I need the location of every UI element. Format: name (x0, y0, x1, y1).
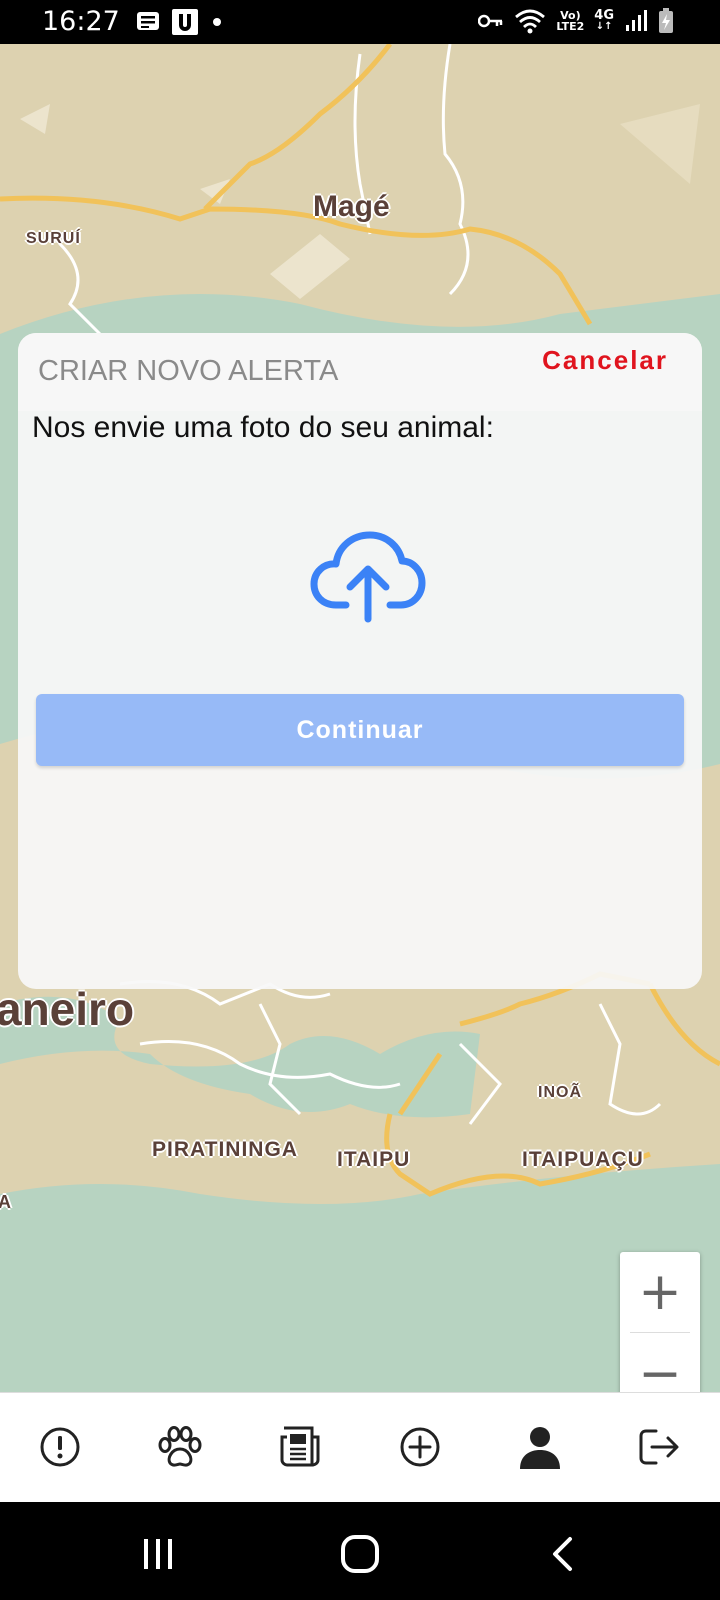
nav-alerts[interactable] (30, 1421, 90, 1473)
volte-bottom-label: LTE2 (556, 20, 585, 33)
system-nav-bar (0, 1502, 720, 1600)
paw-icon (158, 1426, 202, 1467)
logout-icon (639, 1429, 679, 1465)
map-label-piratininga: PIRATININGA (152, 1138, 298, 1161)
recent-apps-icon (144, 1539, 172, 1569)
map-label-itaipu: ITAIPU (337, 1148, 411, 1171)
vpn-key-icon (478, 14, 503, 28)
add-circle-icon (400, 1427, 440, 1467)
status-left-icons (136, 9, 224, 35)
nav-news[interactable] (270, 1421, 330, 1473)
status-bar: 16:27 Vo) LTE2 4G ↓↑ (0, 0, 720, 44)
photo-prompt: Nos envie uma foto do seu animal: (32, 411, 494, 444)
network-type-label: 4G (594, 8, 614, 23)
modal-title: CRIAR NOVO ALERTA (38, 355, 339, 387)
volte-indicator: Vo) LTE2 (556, 10, 584, 32)
status-time: 16:27 (42, 6, 120, 37)
create-alert-modal: CRIAR NOVO ALERTA Cancelar Nos envie uma… (18, 333, 702, 989)
network-type-indicator: 4G ↓↑ (594, 8, 614, 32)
home-icon (341, 1535, 379, 1573)
bottom-nav (0, 1392, 720, 1503)
back-icon (553, 1537, 572, 1571)
alert-icon (40, 1427, 80, 1467)
back-button[interactable] (532, 1532, 592, 1576)
map-label-rio: aneiro (0, 983, 135, 1035)
nav-logout[interactable] (630, 1421, 690, 1473)
zoom-divider (630, 1332, 690, 1333)
recent-apps-button[interactable] (128, 1532, 188, 1576)
cloud-upload-icon[interactable] (310, 527, 426, 623)
home-button[interactable] (330, 1532, 390, 1576)
news-icon (280, 1426, 320, 1467)
zoom-control: + − (620, 1252, 700, 1392)
notification-dot-icon (213, 18, 221, 26)
map-label-itaipuacu: ITAIPUAÇU (522, 1148, 644, 1171)
continue-button[interactable]: Continuar (36, 694, 684, 766)
map-label-surui: SURUÍ (26, 230, 81, 247)
map-label-a: A (0, 1192, 12, 1212)
user-icon (520, 1427, 560, 1469)
modal-header: CRIAR NOVO ALERTA Cancelar (18, 333, 702, 411)
message-icon (137, 12, 159, 30)
data-arrows-icon: ↓↑ (595, 21, 613, 32)
nav-add[interactable] (390, 1421, 450, 1473)
status-right-icons: Vo) LTE2 4G ↓↑ (478, 8, 674, 34)
zoom-out-button[interactable]: − (620, 1334, 700, 1392)
map-label-inoa: INOÃ (538, 1084, 582, 1101)
cancel-button[interactable]: Cancelar (542, 345, 668, 376)
u-app-icon (172, 9, 198, 35)
signal-icon (626, 10, 647, 31)
zoom-in-button[interactable]: + (620, 1252, 700, 1332)
nav-pets[interactable] (150, 1421, 210, 1473)
wifi-icon (515, 9, 546, 34)
nav-profile[interactable] (510, 1421, 570, 1473)
map-label-mage: Magé (313, 190, 390, 223)
battery-charging-icon (659, 8, 673, 33)
